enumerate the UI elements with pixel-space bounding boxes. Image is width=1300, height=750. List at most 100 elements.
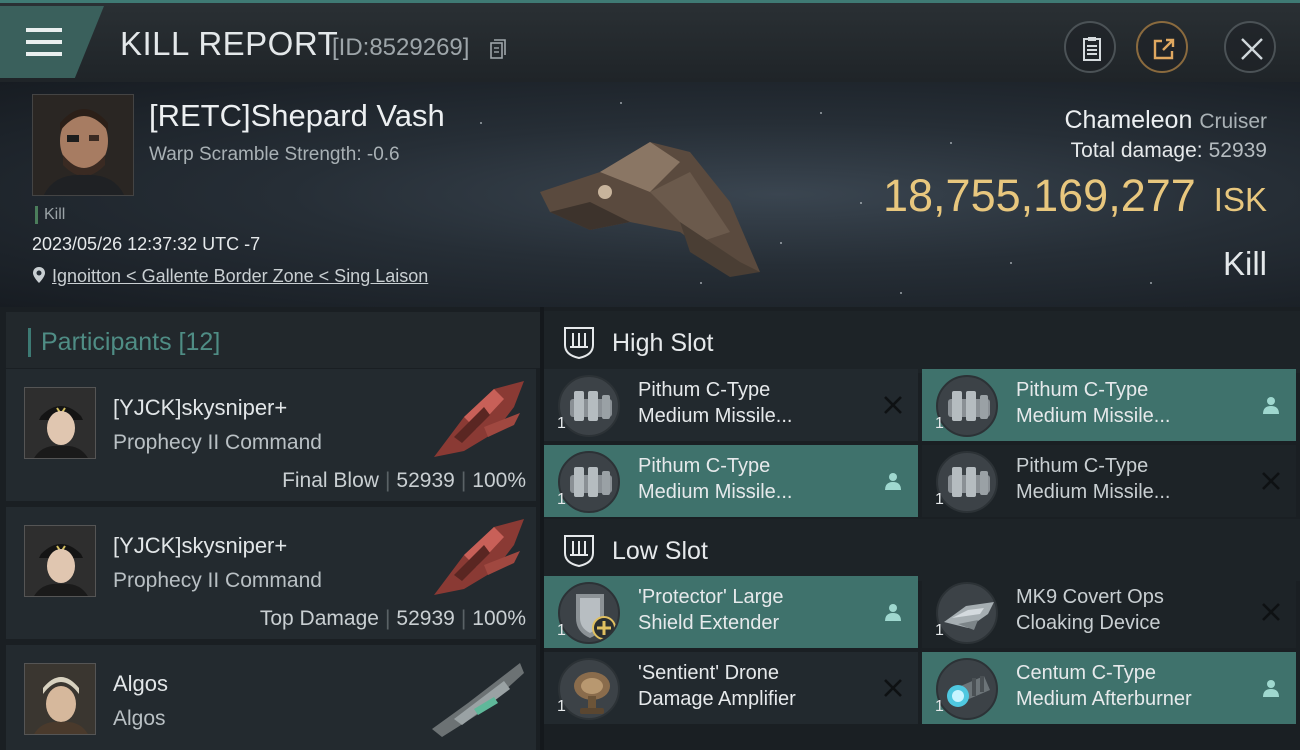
participant-name: [YJCK]skysniper+ xyxy=(113,395,288,420)
total-damage-label: Total damage: xyxy=(1070,139,1203,162)
participant-ship-image xyxy=(434,381,524,457)
victim-name[interactable]: [RETC]Shepard Vash xyxy=(149,98,445,134)
launcher-icon xyxy=(558,375,620,437)
launcher-icon xyxy=(936,451,998,513)
participants-panel: Participants [12] [YJCK]skysniper+ Proph… xyxy=(0,307,540,750)
module-name: Pithum C-Type Medium Missile... xyxy=(1016,455,1171,503)
module-item[interactable]: 1 Pithum C-Type Medium Missile... xyxy=(922,369,1296,441)
module-item[interactable]: 1 Pithum C-Type Medium Missile... xyxy=(922,445,1296,517)
participant-avatar xyxy=(24,525,96,597)
participant-ship: Prophecy II Command xyxy=(113,569,322,592)
module-name: Pithum C-Type Medium Missile... xyxy=(638,379,793,427)
drone-amplifier-icon xyxy=(558,658,620,720)
module-item[interactable]: 1 Pithum C-Type Medium Missile... xyxy=(544,369,918,441)
module-quantity: 1 xyxy=(935,491,944,508)
destroyed-icon xyxy=(884,396,902,414)
participant-stats: Final Blow | 52939 | 100% xyxy=(282,469,526,492)
participant-stats: Top Damage | 52939 | 100% xyxy=(259,607,526,630)
page-title: KILL REPORT xyxy=(120,25,339,62)
participant-name: [YJCK]skysniper+ xyxy=(113,533,288,558)
low-slot-title: Low Slot xyxy=(612,537,708,565)
total-damage: Total damage: 52939 xyxy=(1071,139,1267,163)
location-pin-icon xyxy=(33,267,45,283)
victim-avatar[interactable] xyxy=(32,94,134,196)
share-icon xyxy=(1153,38,1175,60)
participant-role: Final Blow xyxy=(282,469,379,492)
victim-summary: [RETC]Shepard Vash Warp Scramble Strengt… xyxy=(0,82,1300,307)
participants-header: Participants [12] xyxy=(6,312,540,368)
participants-title: Participants [12] xyxy=(28,328,220,357)
module-quantity: 1 xyxy=(557,415,566,432)
fitting-panel: High Slot 1 Pithum C-Type Medium Missile… xyxy=(544,307,1300,750)
participant-name: Algos xyxy=(113,671,169,696)
launcher-icon xyxy=(558,451,620,513)
dropped-person-icon xyxy=(1263,397,1279,414)
location-link[interactable]: Ignoitton < Gallente Border Zone < Sing … xyxy=(52,266,428,286)
low-slot-icon xyxy=(564,535,594,567)
module-quantity: 1 xyxy=(935,698,944,715)
participant-ship-image xyxy=(432,663,524,737)
module-name: 'Sentient' Drone Damage Amplifier xyxy=(638,662,796,710)
module-item[interactable]: 1 Centum C-Type Medium Afterburner xyxy=(922,652,1296,724)
isk-amount: 18,755,169,277 xyxy=(882,170,1196,221)
high-slot-icon xyxy=(564,327,594,359)
participant-card[interactable]: [YJCK]skysniper+ Prophecy II Command Top… xyxy=(6,507,536,639)
module-item[interactable]: 1 'Protector' Large Shield Extender xyxy=(544,576,918,648)
participant-card[interactable]: [YJCK]skysniper+ Prophecy II Command Fin… xyxy=(6,369,536,501)
module-name: Centum C-Type Medium Afterburner xyxy=(1016,662,1192,710)
participant-avatar xyxy=(24,663,96,735)
destroyed-icon xyxy=(1262,472,1280,490)
isk-unit: ISK xyxy=(1213,181,1267,218)
close-button[interactable] xyxy=(1224,21,1276,73)
module-name: Pithum C-Type Medium Missile... xyxy=(1016,379,1171,427)
participant-ship-image xyxy=(434,519,524,595)
module-item[interactable]: 1 'Sentient' Drone Damage Amplifier xyxy=(544,652,918,724)
dropped-person-icon xyxy=(885,473,901,490)
kill-tag: Kill xyxy=(35,206,65,224)
close-icon xyxy=(1241,38,1263,60)
shield-extender-icon xyxy=(558,582,620,644)
report-id: [ID:8529269] xyxy=(332,34,470,61)
copy-icon[interactable] xyxy=(490,39,506,59)
destroyed-icon xyxy=(1262,603,1280,621)
participant-card[interactable]: Algos Algos xyxy=(6,645,536,750)
cloaking-device-icon xyxy=(936,582,998,644)
participant-role: Top Damage xyxy=(259,607,379,630)
module-item[interactable]: 1 Pithum C-Type Medium Missile... xyxy=(544,445,918,517)
module-quantity: 1 xyxy=(935,415,944,432)
dropped-person-icon xyxy=(1263,680,1279,697)
low-slot-header: Low Slot xyxy=(544,519,1300,581)
module-item[interactable]: 1 MK9 Covert Ops Cloaking Device xyxy=(922,576,1296,648)
title-bar: KILL REPORT [ID:8529269] xyxy=(0,0,1300,82)
participant-ship: Algos xyxy=(113,707,166,730)
module-quantity: 1 xyxy=(557,622,566,639)
isk-value: 18,755,169,277 ISK xyxy=(883,170,1267,222)
participant-percent: 100% xyxy=(472,469,526,492)
participant-damage: 52939 xyxy=(396,607,455,630)
menu-icon xyxy=(26,28,62,56)
kill-datetime: 2023/05/26 12:37:32 UTC -7 xyxy=(32,234,261,254)
participant-damage: 52939 xyxy=(396,469,455,492)
high-slot-header: High Slot xyxy=(544,311,1300,373)
module-name: 'Protector' Large Shield Extender xyxy=(638,586,784,634)
participant-percent: 100% xyxy=(472,607,526,630)
total-damage-value: 52939 xyxy=(1208,139,1267,162)
module-quantity: 1 xyxy=(935,622,944,639)
victim-ship-image xyxy=(540,142,760,277)
module-name: MK9 Covert Ops Cloaking Device xyxy=(1016,586,1164,634)
victim-ship-name: Chameleon xyxy=(1064,106,1193,134)
victim-ship-class: Cruiser xyxy=(1199,110,1267,133)
high-slot-title: High Slot xyxy=(612,329,714,357)
destroyed-icon xyxy=(884,679,902,697)
kill-location[interactable]: Ignoitton < Gallente Border Zone < Sing … xyxy=(32,266,428,287)
dropped-person-icon xyxy=(885,604,901,621)
kill-outcome: Kill xyxy=(1222,245,1267,282)
clipboard-button[interactable] xyxy=(1064,21,1116,73)
warp-scramble-strength: Warp Scramble Strength: -0.6 xyxy=(149,144,400,165)
victim-ship[interactable]: Chameleon Cruiser xyxy=(1065,106,1268,135)
launcher-icon xyxy=(936,375,998,437)
module-quantity: 1 xyxy=(557,491,566,508)
menu-button[interactable] xyxy=(0,6,104,78)
participant-avatar xyxy=(24,387,96,459)
share-button[interactable] xyxy=(1136,21,1188,73)
